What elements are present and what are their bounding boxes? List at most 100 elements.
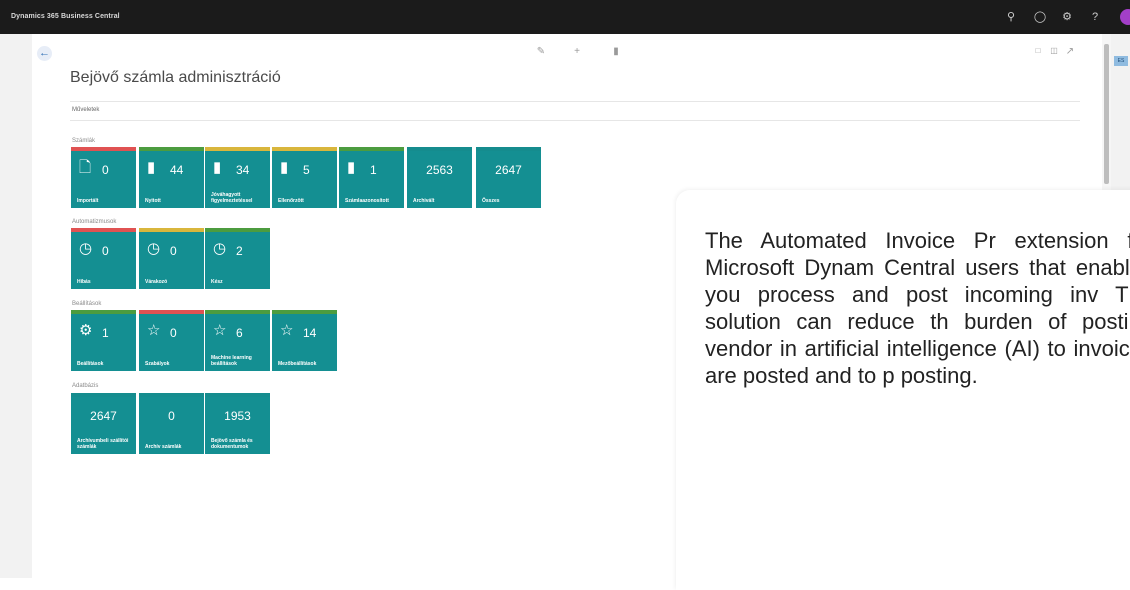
split-icon[interactable]: ◫ <box>1048 46 1060 55</box>
tile-value: 2563 <box>426 163 453 177</box>
group-label-szamlak: Számlák <box>72 138 96 144</box>
tile-label: Mezőbeállítások <box>278 361 317 367</box>
tile-value: 0 <box>170 244 177 258</box>
tile-ellenorzott[interactable]: ▮ 5 Ellenőrzött <box>272 147 337 208</box>
status-bar <box>205 147 270 151</box>
add-icon[interactable]: + <box>571 46 583 57</box>
tile-label: Nyitott <box>145 198 161 204</box>
status-bar <box>205 228 270 232</box>
tile-label: Archivált <box>413 198 435 204</box>
tile-mezobeallitasok[interactable]: ☆ 14 Mezőbeállítások <box>272 310 337 371</box>
doc-filled-icon: ▮ <box>280 159 289 176</box>
help-icon[interactable]: ? <box>1088 10 1102 24</box>
group-label-beallitasok: Beállítások <box>72 301 102 307</box>
tile-label: Szabályok <box>145 361 170 367</box>
tile-value: 1 <box>102 326 109 340</box>
clock-icon: ◷ <box>79 240 93 257</box>
tile-label: Machine learning beállítások <box>211 355 252 367</box>
scrollbar-thumb[interactable] <box>1104 44 1109 184</box>
bell-icon[interactable]: ◯ <box>1033 10 1047 24</box>
clock-icon: ◷ <box>213 240 227 257</box>
tile-szabalyok[interactable]: ☆ 0 Szabályok <box>139 310 204 371</box>
tile-label: Kész <box>211 279 223 285</box>
avatar[interactable] <box>1120 9 1130 25</box>
tile-value: 44 <box>170 163 184 177</box>
actions-label[interactable]: Műveletek <box>72 107 99 113</box>
tile-hibas[interactable]: ◷ 0 Hibás <box>71 228 136 289</box>
doc-outline-icon: 🗋 <box>79 159 92 176</box>
tile-nyitott[interactable]: ▮ 44 Nyitott <box>139 147 204 208</box>
window-icon[interactable]: □ <box>1032 46 1044 55</box>
status-bar <box>71 228 136 232</box>
tile-varakozo[interactable]: ◷ 0 Várakozó <box>139 228 204 289</box>
status-bar <box>205 393 270 397</box>
tile-value: 2647 <box>495 163 522 177</box>
group-label-automatizmusok: Automatizmusok <box>72 219 117 225</box>
tile-label: Számlaazonosított <box>345 198 389 204</box>
status-bar <box>272 310 337 314</box>
tile-value: 14 <box>303 326 317 340</box>
group-label-adatbazis: Adatbázis <box>72 383 99 389</box>
status-bar <box>139 310 204 314</box>
tile-jovahagyott[interactable]: ▮ 34 Jóváhagyott figyelmeztetéssel <box>205 147 270 208</box>
status-bar <box>71 393 136 397</box>
gear-icon[interactable]: ⚙ <box>1060 10 1074 24</box>
doc-filled-icon: ▮ <box>213 159 222 176</box>
status-bar <box>71 147 136 151</box>
tile-importalt[interactable]: 🗋 0 Importált <box>71 147 136 208</box>
status-bar <box>71 310 136 314</box>
tile-bejovo-dokumentumok[interactable]: 1953 Bejövő számla és dokumentumok <box>205 393 270 454</box>
star-icon: ☆ <box>280 322 294 339</box>
star-icon: ☆ <box>213 322 227 339</box>
tile-value: 6 <box>236 326 243 340</box>
tile-osszes[interactable]: 2647 Összes <box>476 147 541 208</box>
page-title: Bejövő számla adminisztráció <box>70 69 281 86</box>
status-bar <box>139 393 204 397</box>
app-title: Dynamics 365 Business Central <box>11 13 120 20</box>
status-bar <box>139 147 204 151</box>
actions-bar[interactable]: Műveletek <box>70 101 1080 121</box>
status-bar <box>476 147 541 151</box>
app-header: Dynamics 365 Business Central ⚲ ◯ ⚙ ? <box>0 0 1130 34</box>
tile-value: 1953 <box>224 409 251 423</box>
tile-archiv-szallitoi[interactable]: 2647 Archívumbeli szállítói számlák <box>71 393 136 454</box>
edit-icon[interactable]: ✎ <box>535 46 547 57</box>
tile-label: Archív számlák <box>145 444 182 450</box>
tile-value: 0 <box>102 244 109 258</box>
tile-szamlaazonositott[interactable]: ▮ 1 Számlaazonosított <box>339 147 404 208</box>
description-card: The Automated Invoice Pr extension for M… <box>676 190 1130 590</box>
tile-beallitasok[interactable]: ⚙ 1 Beállítások <box>71 310 136 371</box>
back-button[interactable]: ← <box>37 46 52 61</box>
expand-icon[interactable]: ↗ <box>1064 46 1076 57</box>
tile-value: 0 <box>170 326 177 340</box>
tile-value: 2 <box>236 244 243 258</box>
status-bar <box>205 310 270 314</box>
tile-label: Összes <box>482 198 500 204</box>
tile-label: Importált <box>77 198 99 204</box>
tile-label: Beállítások <box>77 361 104 367</box>
tile-value: 2647 <box>90 409 117 423</box>
gear-icon: ⚙ <box>79 322 93 339</box>
tile-label: Ellenőrzött <box>278 198 304 204</box>
status-bar <box>272 147 337 151</box>
tile-archivalt[interactable]: 2563 Archivált <box>407 147 472 208</box>
status-bar <box>407 147 472 151</box>
left-margin <box>0 34 32 578</box>
tile-label: Várakozó <box>145 279 168 285</box>
side-tag[interactable]: ES <box>1114 56 1128 66</box>
bookmark-icon[interactable]: ▮ <box>610 46 622 57</box>
tile-label: Archívumbeli szállítói számlák <box>77 438 129 450</box>
tile-archiv-szamlak[interactable]: 0 Archív számlák <box>139 393 204 454</box>
tile-value: 5 <box>303 163 310 177</box>
tile-machine-learning[interactable]: ☆ 6 Machine learning beállítások <box>205 310 270 371</box>
tile-value: 1 <box>370 163 377 177</box>
star-icon: ☆ <box>147 322 161 339</box>
description-text: The Automated Invoice Pr extension for M… <box>705 228 1130 388</box>
tile-value: 34 <box>236 163 250 177</box>
tile-label: Bejövő számla és dokumentumok <box>211 438 253 450</box>
status-bar <box>339 147 404 151</box>
tile-kesz[interactable]: ◷ 2 Kész <box>205 228 270 289</box>
search-icon[interactable]: ⚲ <box>1004 10 1018 24</box>
status-bar <box>139 228 204 232</box>
clock-icon: ◷ <box>147 240 161 257</box>
